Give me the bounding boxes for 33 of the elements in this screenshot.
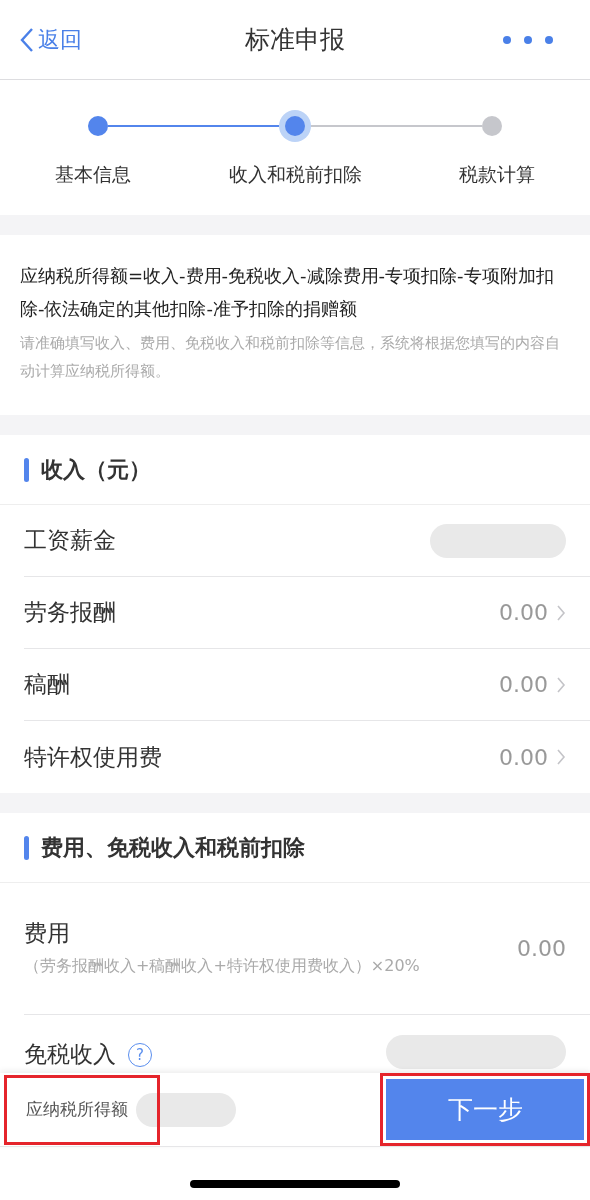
hint-text: 请准确填写收入、费用、免税收入和税前扣除等信息，系统将根据您填写的内容自动计算应纳税所得额。 [20,333,561,382]
row-value: 0.00 [517,935,566,963]
back-button[interactable]: 返回 [20,23,82,56]
chevron-right-icon [556,748,566,766]
row-note: （劳务报酬收入+稿酬收入+特许权使用费收入）×20% [24,954,421,977]
income-row[interactable]: 劳务报酬 0.00 [24,577,590,649]
formula-text: 应纳税所得额=收入-费用-免税收入-减除费用-专项扣除-专项附加扣除-依法确定的其他扣除-准予扣除的捐赠额 [20,264,555,321]
section-title: 费用、免税收入和税前扣除 [41,834,305,862]
row-label: 稿酬 [24,670,70,700]
back-icon [20,26,34,53]
row-label: 费用 [24,919,71,949]
step-label: 收入和税前扣除 [228,162,362,187]
more-icon[interactable] [502,34,554,45]
chevron-right-icon [556,603,566,622]
income-row[interactable]: 稿酬 0.00 [24,649,590,721]
row-value: 0.00 [499,599,548,627]
section-accent-bar [24,835,29,860]
income-row[interactable]: 特许权使用费 0.00 [24,721,590,793]
next-step-button[interactable]: 下一步 [386,1079,584,1140]
row-value: 0.00 [499,671,548,699]
row-label: 劳务报酬 [24,598,116,628]
row-label: 免税收入 [24,1039,116,1069]
taxable-income-label: 应纳税所得额 [26,1097,128,1121]
row-label: 特许权使用费 [24,742,162,772]
row-value: 0.00 [499,743,548,772]
step-label: 基本信息 [55,162,131,187]
chevron-right-icon [556,675,566,694]
section-title: 收入（元） [41,456,151,484]
income-row[interactable]: 工资薪金 [24,505,590,577]
step-label: 税款计算 [459,162,535,187]
page-title: 标准申报 [245,23,345,56]
row-label: 工资薪金 [24,526,116,556]
section-accent-bar [24,457,29,482]
